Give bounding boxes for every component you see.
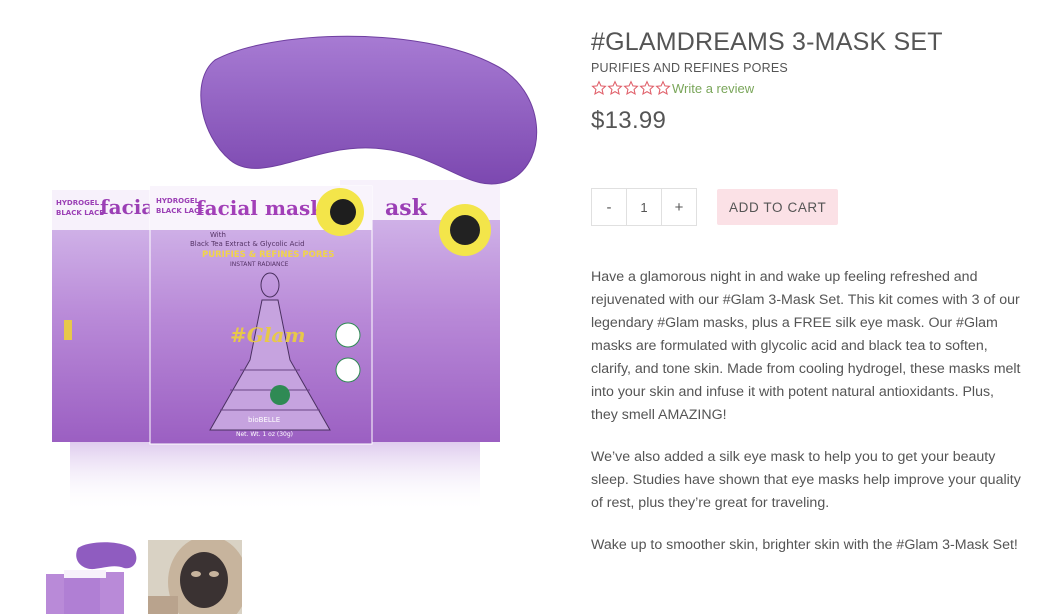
product-gallery: ask HYDROGEL BLACK LACE facia HYDROGEL B… — [0, 0, 560, 614]
main-product-image[interactable]: ask HYDROGEL BLACK LACE facia HYDROGEL B… — [40, 30, 540, 520]
star-icon — [607, 80, 623, 96]
description-paragraph: Wake up to smoother skin, brighter skin … — [591, 537, 1018, 553]
svg-text:BLACK LACE: BLACK LACE — [56, 209, 104, 217]
thumbnail-strip — [44, 540, 242, 614]
quantity-stepper: - + — [591, 188, 697, 226]
star-rating: Write a review — [591, 79, 1031, 97]
quantity-input[interactable] — [626, 189, 662, 225]
svg-text:facia: facia — [100, 195, 154, 219]
star-icon — [639, 80, 655, 96]
svg-text:HYDROGEL: HYDROGEL — [156, 197, 200, 205]
purchase-controls: - + ADD TO CART — [591, 188, 839, 226]
quantity-increase-button[interactable]: + — [662, 189, 696, 225]
mask-pack-front: HYDROGEL BLACK LACE facial mask With Bla… — [149, 185, 373, 445]
product-subtitle: PURIFIES AND REFINES PORES — [591, 61, 788, 75]
star-icon — [655, 80, 671, 96]
silk-eye-mask — [200, 35, 538, 185]
star-icon — [623, 80, 639, 96]
product-price: $13.99 — [591, 107, 667, 134]
thumbnail-model-wearing-mask[interactable] — [148, 540, 242, 614]
thumbnail-product-set[interactable] — [44, 540, 138, 614]
star-icon — [591, 80, 607, 96]
svg-text:#Glam: #Glam — [230, 323, 306, 347]
svg-text:HYDROGEL: HYDROGEL — [56, 199, 100, 207]
product-title: #GLAMDREAMS 3-MASK SET — [591, 28, 943, 56]
svg-text:Black Tea Extract & Glycolic A: Black Tea Extract & Glycolic Acid — [190, 240, 305, 248]
add-to-cart-button[interactable]: ADD TO CART — [717, 189, 839, 225]
write-review-link[interactable]: Write a review — [672, 81, 754, 96]
svg-text:facial mask: facial mask — [196, 196, 325, 220]
svg-text:PURIFIES & REFINES PORES: PURIFIES & REFINES PORES — [202, 250, 334, 260]
product-description: Have a glamorous night in and wake up fe… — [591, 266, 1021, 576]
svg-text:Net. Wt. 1 oz (30g): Net. Wt. 1 oz (30g) — [236, 431, 293, 438]
svg-text:With: With — [210, 231, 226, 239]
description-paragraph: We’ve also added a silk eye mask to help… — [591, 449, 1021, 511]
product-details: #GLAMDREAMS 3-MASK SET PURIFIES AND REFI… — [591, 26, 1031, 553]
svg-text:INSTANT RADIANCE: INSTANT RADIANCE — [230, 261, 289, 268]
quantity-decrease-button[interactable]: - — [592, 189, 626, 225]
svg-text:bioBELLE: bioBELLE — [248, 416, 280, 424]
svg-text:ask: ask — [385, 195, 428, 221]
description-paragraph: Have a glamorous night in and wake up fe… — [591, 269, 1021, 423]
